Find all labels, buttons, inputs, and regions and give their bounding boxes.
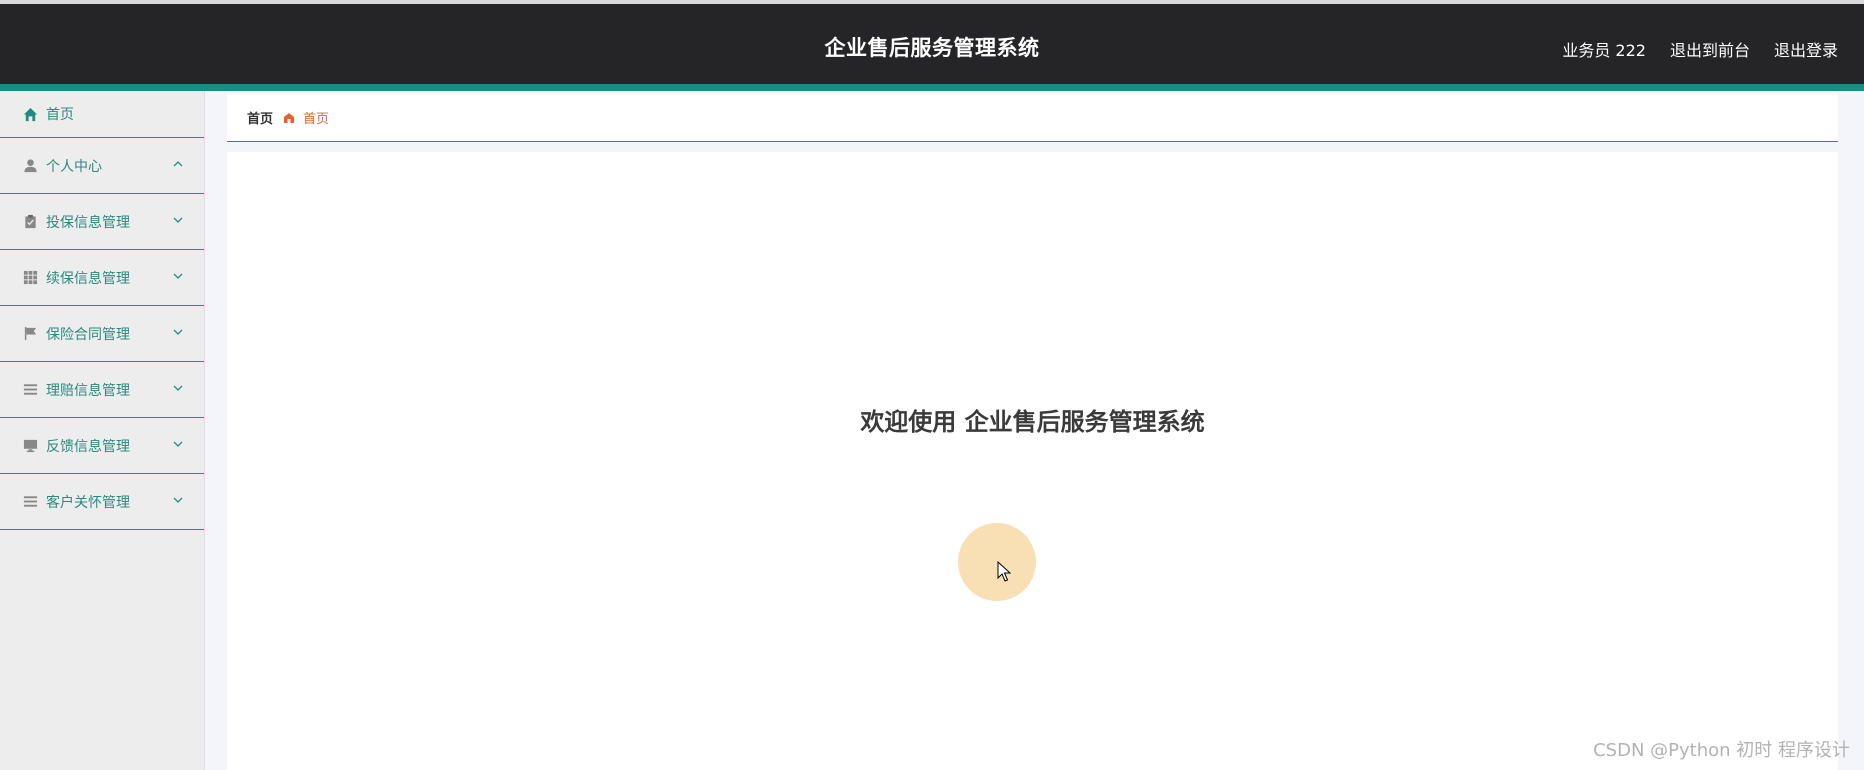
sidebar-item-personal-center[interactable]: 个人中心 <box>0 138 204 194</box>
sidebar-item-label: 理赔信息管理 <box>46 382 130 399</box>
sidebar: 首页 个人中心 投保信息管理 续保信息管理 保险合同管理 理赔信息管理 反馈信息… <box>0 91 205 770</box>
user-label: 业务员 222 <box>1562 41 1646 60</box>
top-header: 企业售后服务管理系统 业务员 222 退出到前台 退出登录 <box>0 0 1864 84</box>
home-icon <box>22 106 38 122</box>
flag-icon <box>22 326 38 342</box>
chevron-down-icon <box>173 217 183 223</box>
chevron-down-icon <box>173 441 183 447</box>
watermark: CSDN @Python 初时 程序设计 <box>1593 740 1850 761</box>
sidebar-item-feedback[interactable]: 反馈信息管理 <box>0 418 204 474</box>
sidebar-item-renewal-info[interactable]: 续保信息管理 <box>0 250 204 306</box>
breadcrumb: 首页 首页 <box>227 94 1838 142</box>
chevron-down-icon <box>173 329 183 335</box>
monitor-icon <box>22 438 38 454</box>
user-icon <box>22 158 38 174</box>
sidebar-item-home[interactable]: 首页 <box>0 91 204 138</box>
header-accent-bar <box>0 84 1864 91</box>
grid-icon <box>22 270 38 286</box>
list-icon <box>22 382 38 398</box>
mouse-cursor-icon <box>997 561 1011 582</box>
back-to-front-link[interactable]: 退出到前台 <box>1670 37 1750 61</box>
sidebar-item-label: 个人中心 <box>46 158 102 175</box>
sidebar-item-claims[interactable]: 理赔信息管理 <box>0 362 204 418</box>
sidebar-item-insure-info[interactable]: 投保信息管理 <box>0 194 204 250</box>
sidebar-item-label: 投保信息管理 <box>46 214 130 231</box>
sidebar-item-label: 首页 <box>46 107 74 123</box>
chevron-down-icon <box>173 273 183 279</box>
sidebar-item-customer-care[interactable]: 客户关怀管理 <box>0 474 204 530</box>
chevron-down-icon <box>173 385 183 391</box>
header-actions: 业务员 222 退出到前台 退出登录 <box>1562 37 1838 61</box>
logout-link[interactable]: 退出登录 <box>1774 37 1838 61</box>
breadcrumb-current: 首页 <box>303 112 330 127</box>
home-icon <box>283 112 295 124</box>
welcome-text: 欢迎使用 企业售后服务管理系统 <box>860 408 1205 436</box>
list-icon <box>22 494 38 510</box>
sidebar-item-label: 保险合同管理 <box>46 326 130 343</box>
sidebar-item-label: 客户关怀管理 <box>46 494 130 511</box>
chevron-up-icon <box>173 160 183 166</box>
app: 企业售后服务管理系统 业务员 222 退出到前台 退出登录 首页 个人中心 投保… <box>0 0 1864 770</box>
breadcrumb-root[interactable]: 首页 <box>247 108 273 127</box>
sidebar-item-label: 续保信息管理 <box>46 270 130 287</box>
main-content: 欢迎使用 企业售后服务管理系统 <box>227 152 1838 770</box>
chevron-down-icon <box>173 497 183 503</box>
sidebar-item-label: 反馈信息管理 <box>46 438 130 455</box>
clipboard-icon <box>22 214 38 230</box>
sidebar-item-contract[interactable]: 保险合同管理 <box>0 306 204 362</box>
